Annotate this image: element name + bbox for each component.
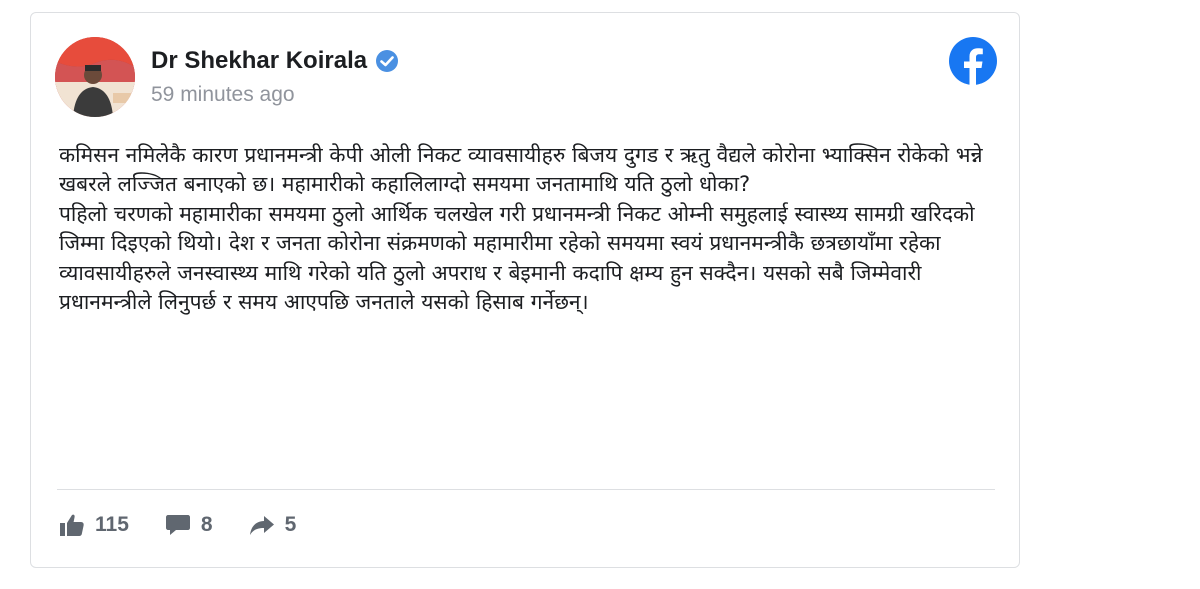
share-arrow-icon [249, 516, 274, 535]
share-button[interactable]: 5 [249, 513, 297, 537]
post-paragraph-2: पहिलो चरणको महामारीका समयमा ठुलो आर्थिक … [59, 201, 975, 315]
post-body: कमिसन नमिलेकै कारण प्रधानमन्त्री केपी ओल… [59, 141, 1009, 317]
avatar-image [55, 37, 135, 117]
comment-icon [165, 515, 190, 535]
share-count: 5 [284, 513, 297, 536]
author-name[interactable]: Dr Shekhar Koirala [151, 47, 367, 75]
author-avatar[interactable] [55, 37, 135, 117]
engagement-stats: 115 8 5 [59, 513, 332, 537]
thumbs-up-icon [60, 514, 84, 536]
like-button[interactable]: 115 [59, 513, 129, 537]
comment-button[interactable]: 8 [165, 513, 213, 537]
author-row: Dr Shekhar Koirala [151, 47, 399, 75]
divider [57, 489, 995, 490]
comment-count: 8 [200, 513, 213, 536]
post-paragraph-1: कमिसन नमिलेकै कारण प्रधानमन्त्री केपी ओल… [59, 143, 983, 197]
facebook-post-card: Dr Shekhar Koirala 59 minutes ago कमिसन … [30, 12, 1020, 568]
post-timestamp[interactable]: 59 minutes ago [151, 83, 295, 107]
verified-badge-icon [375, 49, 399, 73]
like-count: 115 [95, 513, 129, 536]
facebook-logo-icon[interactable] [949, 37, 997, 85]
